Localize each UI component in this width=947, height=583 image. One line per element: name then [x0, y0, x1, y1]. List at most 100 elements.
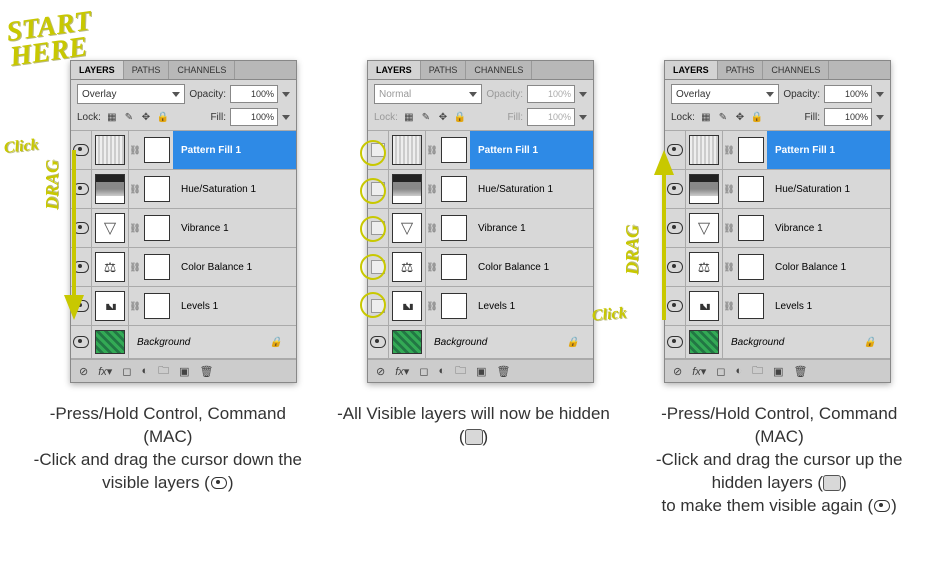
visibility-toggle[interactable] [71, 287, 92, 325]
visibility-toggle[interactable] [71, 131, 92, 169]
layer-row[interactable]: ⛓Levels 1 [71, 287, 296, 326]
layer-row[interactable]: ⛓Color Balance 1 [665, 248, 890, 287]
layer-mask-thumbnail[interactable] [735, 170, 767, 208]
link-layers-icon[interactable]: ⊘ [673, 365, 682, 378]
tab-channels[interactable]: CHANNELS [466, 61, 532, 79]
tab-layers[interactable]: LAYERS [71, 61, 124, 79]
layer-thumbnail[interactable] [92, 326, 129, 358]
layer-style-icon[interactable]: fx▾ [395, 365, 409, 378]
layer-mask-thumbnail[interactable] [438, 209, 470, 247]
layer-thumbnail[interactable] [389, 209, 426, 247]
opacity-slider-icon[interactable] [282, 92, 290, 97]
layer-thumbnail[interactable] [686, 131, 723, 169]
layer-name[interactable]: Levels 1 [470, 287, 593, 325]
tab-channels[interactable]: CHANNELS [169, 61, 235, 79]
visibility-toggle[interactable] [71, 170, 92, 208]
visibility-toggle[interactable] [71, 209, 92, 247]
layer-mask-thumbnail[interactable] [735, 287, 767, 325]
layer-name[interactable]: Vibrance 1 [173, 209, 296, 247]
background-layer-row[interactable]: Background🔒 [368, 326, 593, 359]
lock-pixels-icon[interactable]: ✎ [419, 110, 433, 124]
lock-position-icon[interactable]: ✥ [139, 110, 153, 124]
layer-name[interactable]: Vibrance 1 [470, 209, 593, 247]
visibility-toggle[interactable] [665, 131, 686, 169]
visibility-toggle[interactable] [665, 287, 686, 325]
adjustment-layer-icon[interactable]: ◐ [438, 365, 445, 377]
layer-thumbnail[interactable] [389, 131, 426, 169]
visibility-toggle[interactable] [368, 209, 389, 247]
lock-pixels-icon[interactable]: ✎ [122, 110, 136, 124]
layer-mask-thumbnail[interactable] [141, 248, 173, 286]
delete-layer-icon[interactable]: 🗑 [794, 365, 808, 378]
background-layer-row[interactable]: Background🔒 [665, 326, 890, 359]
layer-thumbnail[interactable] [686, 248, 723, 286]
visibility-toggle[interactable] [368, 287, 389, 325]
opacity-input[interactable]: 100% [824, 85, 872, 103]
blend-mode-select[interactable]: Normal [374, 84, 482, 104]
layer-mask-thumbnail[interactable] [141, 209, 173, 247]
layer-thumbnail[interactable] [686, 326, 723, 358]
layer-thumbnail[interactable] [389, 326, 426, 358]
layer-row[interactable]: ⛓Pattern Fill 1 [71, 131, 296, 170]
layer-row[interactable]: ⛓Levels 1 [665, 287, 890, 326]
layer-row[interactable]: ⛓Color Balance 1 [368, 248, 593, 287]
layer-row[interactable]: ⛓Hue/Saturation 1 [665, 170, 890, 209]
visibility-toggle[interactable] [368, 326, 389, 358]
layer-row[interactable]: ⛓Levels 1 [368, 287, 593, 326]
lock-transparency-icon[interactable]: ▦ [402, 110, 416, 124]
link-layers-icon[interactable]: ⊘ [376, 365, 385, 378]
layer-mask-thumbnail[interactable] [438, 131, 470, 169]
layer-mask-thumbnail[interactable] [735, 248, 767, 286]
layer-mask-thumbnail[interactable] [438, 170, 470, 208]
layer-name[interactable]: Background🔒 [426, 326, 593, 358]
layer-mask-icon[interactable]: ◻ [419, 365, 428, 378]
layer-mask-icon[interactable]: ◻ [716, 365, 725, 378]
fill-input[interactable]: 100% [824, 108, 872, 126]
layer-row[interactable]: ⛓Pattern Fill 1 [665, 131, 890, 170]
layer-mask-thumbnail[interactable] [141, 287, 173, 325]
tab-channels[interactable]: CHANNELS [763, 61, 829, 79]
visibility-toggle[interactable] [71, 326, 92, 358]
layer-name[interactable]: Pattern Fill 1 [767, 131, 890, 169]
layer-name[interactable]: Background🔒 [129, 326, 296, 358]
lock-pixels-icon[interactable]: ✎ [716, 110, 730, 124]
adjustment-layer-icon[interactable]: ◐ [735, 365, 742, 377]
visibility-toggle[interactable] [665, 209, 686, 247]
new-layer-icon[interactable]: ▣ [179, 365, 189, 378]
new-layer-icon[interactable]: ▣ [476, 365, 486, 378]
layer-name[interactable]: Color Balance 1 [173, 248, 296, 286]
layer-row[interactable]: ⛓Vibrance 1 [665, 209, 890, 248]
layer-mask-thumbnail[interactable] [735, 131, 767, 169]
new-group-icon[interactable]: 🗀 [752, 362, 763, 381]
layer-thumbnail[interactable] [389, 287, 426, 325]
layer-thumbnail[interactable] [92, 248, 129, 286]
layer-thumbnail[interactable] [389, 170, 426, 208]
visibility-toggle[interactable] [665, 170, 686, 208]
tab-paths[interactable]: PATHS [124, 61, 170, 79]
layer-thumbnail[interactable] [92, 209, 129, 247]
lock-all-icon[interactable]: 🔒 [453, 110, 467, 124]
layer-mask-thumbnail[interactable] [438, 287, 470, 325]
tab-paths[interactable]: PATHS [421, 61, 467, 79]
layer-name[interactable]: Background🔒 [723, 326, 890, 358]
layer-mask-thumbnail[interactable] [141, 170, 173, 208]
new-group-icon[interactable]: 🗀 [455, 362, 466, 381]
new-layer-icon[interactable]: ▣ [773, 365, 783, 378]
blend-mode-select[interactable]: Overlay [77, 84, 185, 104]
visibility-toggle[interactable] [665, 326, 686, 358]
layer-row[interactable]: ⛓Color Balance 1 [71, 248, 296, 287]
opacity-input[interactable]: 100% [527, 85, 575, 103]
layer-style-icon[interactable]: fx▾ [98, 365, 112, 378]
lock-all-icon[interactable]: 🔒 [750, 110, 764, 124]
layer-name[interactable]: Vibrance 1 [767, 209, 890, 247]
tab-layers[interactable]: LAYERS [368, 61, 421, 79]
new-group-icon[interactable]: 🗀 [158, 362, 169, 381]
layer-thumbnail[interactable] [92, 287, 129, 325]
blend-mode-select[interactable]: Overlay [671, 84, 779, 104]
visibility-toggle[interactable] [368, 131, 389, 169]
layer-mask-thumbnail[interactable] [735, 209, 767, 247]
layer-row[interactable]: ⛓Vibrance 1 [71, 209, 296, 248]
layer-name[interactable]: Pattern Fill 1 [470, 131, 593, 169]
link-layers-icon[interactable]: ⊘ [79, 365, 88, 378]
layer-thumbnail[interactable] [389, 248, 426, 286]
